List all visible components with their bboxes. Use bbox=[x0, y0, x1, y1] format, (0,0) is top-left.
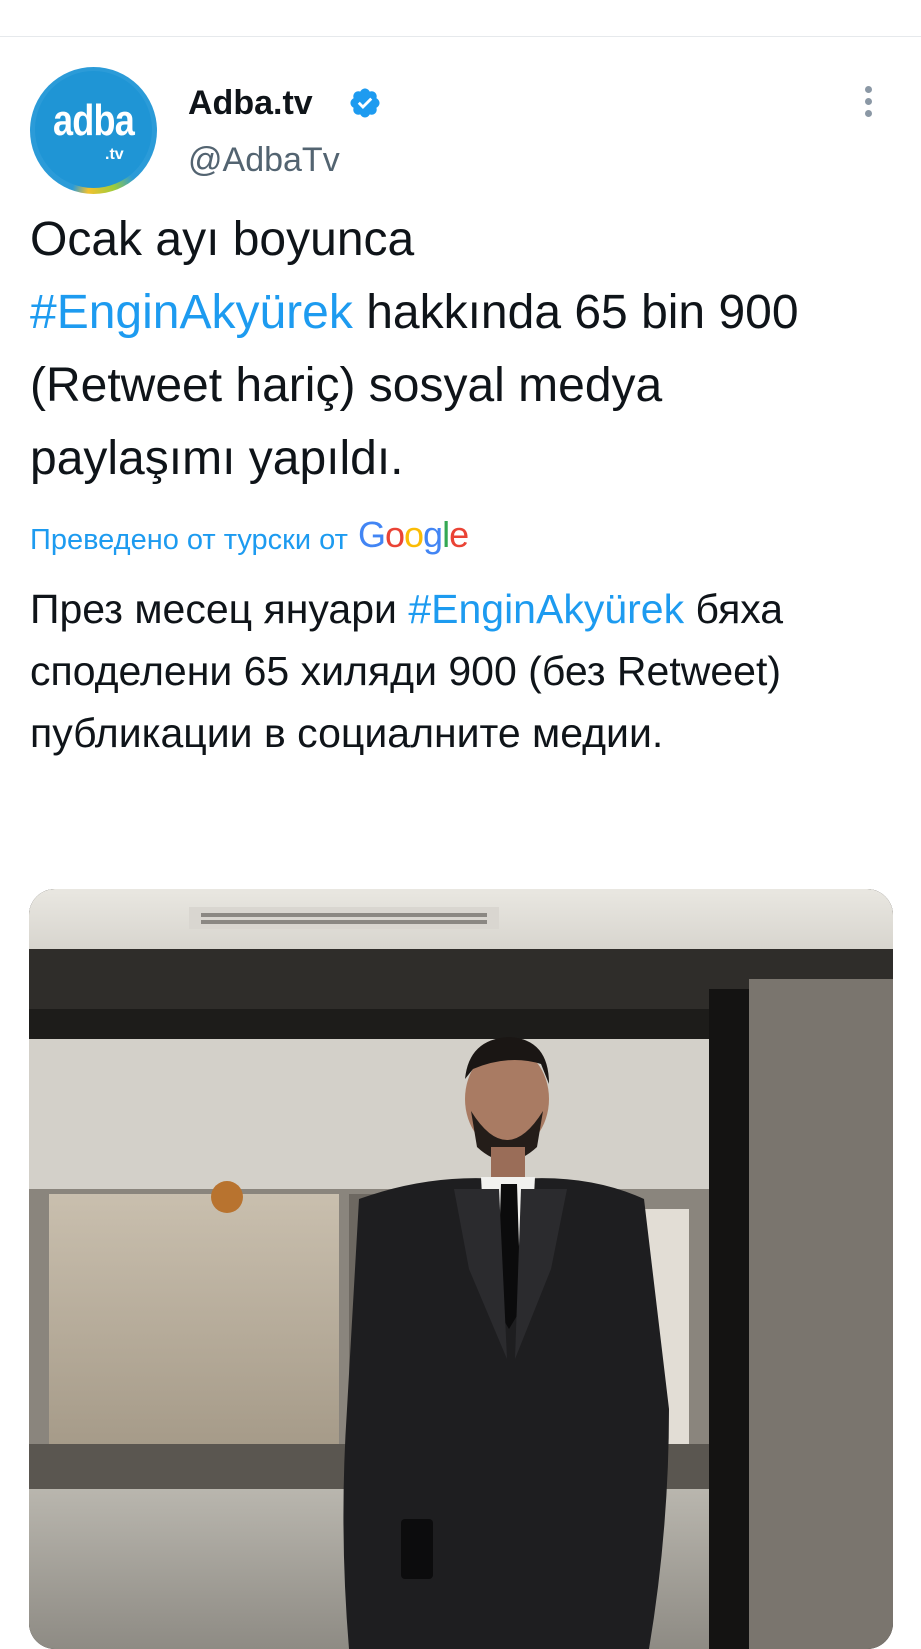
tweet-text: Ocak ayı boyunca #EnginAkyürek hakkında 6… bbox=[30, 203, 880, 495]
top-bar bbox=[0, 0, 921, 37]
avatar-logo-text: adba bbox=[53, 96, 135, 145]
translated-text: През месец януари #EnginAkyürek бяха спо… bbox=[30, 578, 880, 764]
translated-by-link[interactable]: Преведено от турски от Google bbox=[30, 514, 469, 560]
author-handle[interactable]: @AdbaTv bbox=[188, 140, 340, 180]
verified-badge-icon bbox=[350, 88, 380, 118]
tweet-media-photo[interactable] bbox=[29, 889, 893, 1649]
translated-label: Преведено от турски от bbox=[30, 524, 356, 556]
google-logo: Google bbox=[357, 514, 469, 555]
tweet-hashtag-link[interactable]: #EnginAkyürek bbox=[30, 286, 353, 339]
tweet-text-line1: Ocak ayı boyunca bbox=[30, 213, 415, 266]
translated-hashtag-link[interactable]: #EnginAkyürek bbox=[408, 586, 684, 632]
more-vertical-icon[interactable] bbox=[862, 86, 874, 122]
avatar-logo: adba .tv bbox=[35, 71, 152, 188]
author-avatar[interactable]: adba .tv bbox=[30, 67, 157, 194]
translated-text-before: През месец януари bbox=[30, 586, 409, 632]
author-display-name[interactable]: Adba.tv bbox=[188, 83, 313, 123]
photo-illustration bbox=[29, 889, 893, 1649]
avatar-logo-subtext: .tv bbox=[105, 146, 124, 163]
